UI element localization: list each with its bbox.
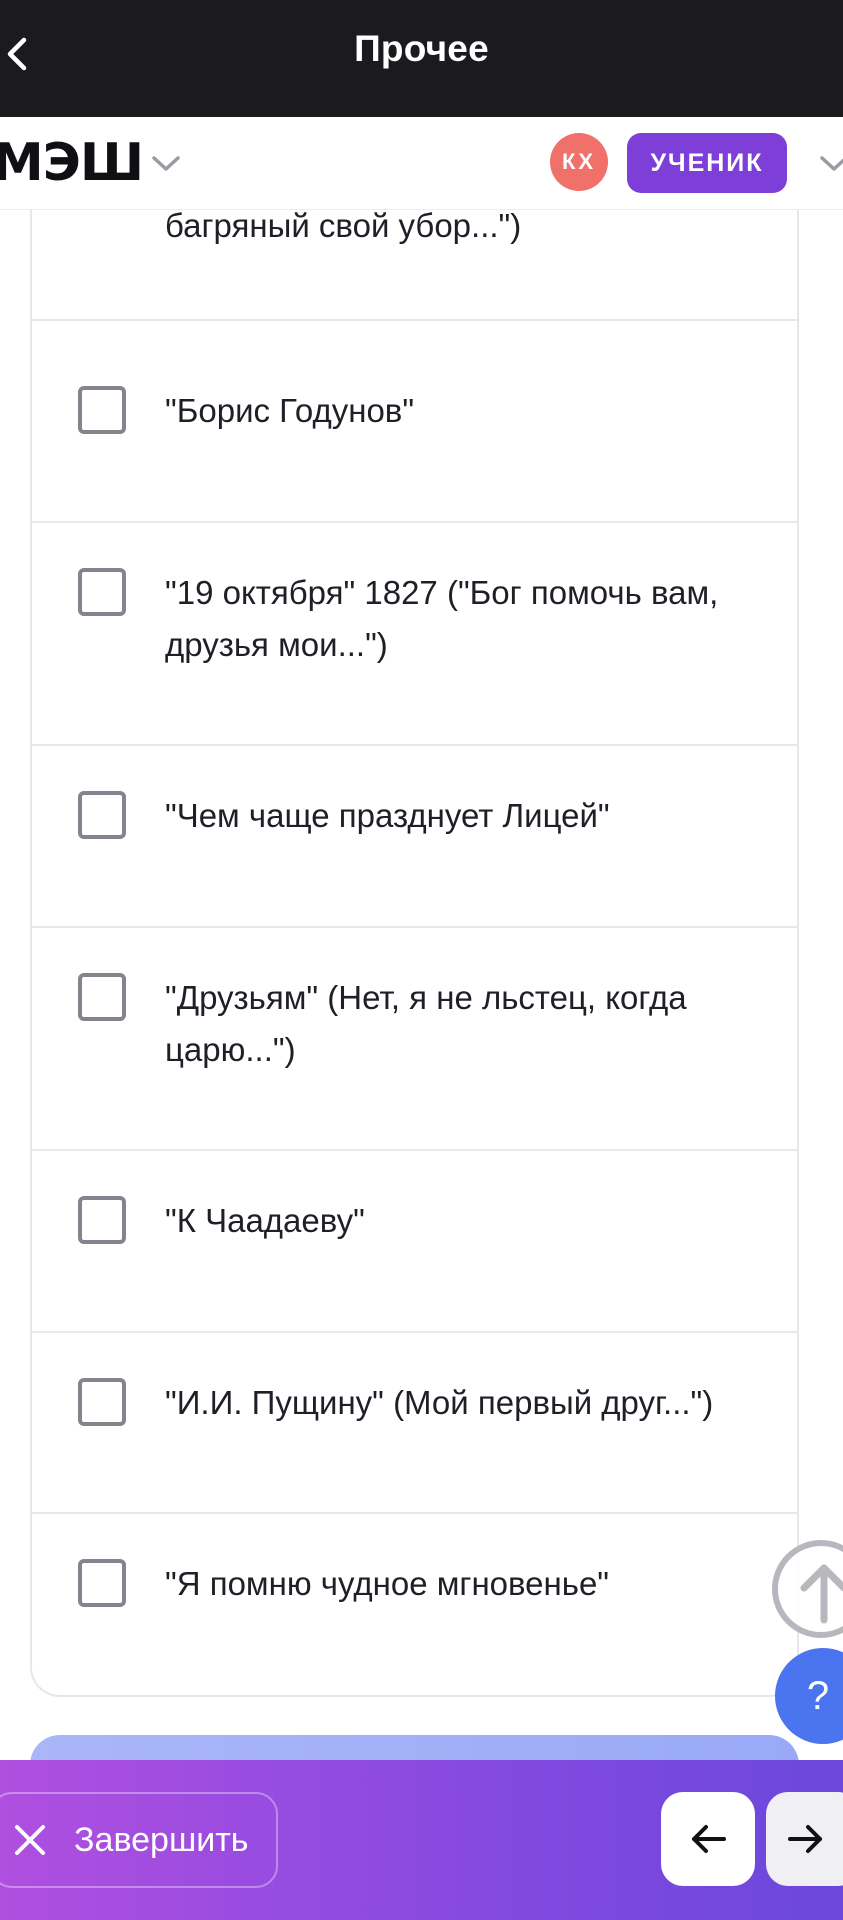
arrow-left-icon	[692, 1825, 726, 1853]
role-chevron-down-icon[interactable]	[818, 153, 843, 175]
avatar[interactable]: КХ	[550, 133, 608, 191]
option-label: "Чем чаще празднует Лицей"	[165, 797, 610, 834]
screen: Прочее МЭШ КХ УЧЕНИК багряный свой убор.…	[0, 0, 843, 1920]
previous-question-button[interactable]	[661, 1792, 755, 1886]
option-label: "И.И. Пущину" (Мой первый друг...")	[165, 1384, 714, 1421]
option-row[interactable]: "Друзьям" (Нет, я не льстец, когда царю.…	[32, 928, 797, 1151]
mesh-logo[interactable]: МЭШ	[0, 133, 144, 193]
option-row[interactable]: "Борис Годунов"	[32, 341, 797, 523]
option-checkbox[interactable]	[78, 1196, 126, 1244]
finish-button[interactable]: Завершить	[0, 1792, 278, 1888]
finish-label: Завершить	[74, 1820, 249, 1859]
bottom-action-bar: Завершить	[0, 1760, 843, 1920]
chevron-down-icon[interactable]	[150, 153, 182, 175]
option-checkbox[interactable]	[78, 791, 126, 839]
close-icon	[15, 1825, 45, 1855]
option-row[interactable]: "И.И. Пущину" (Мой первый друг...")	[32, 1333, 797, 1514]
answer-options-list: багряный свой убор...") "Борис Годунов" …	[30, 160, 799, 1697]
option-checkbox[interactable]	[78, 568, 126, 616]
top-bar: Прочее	[0, 0, 843, 117]
option-checkbox[interactable]	[78, 973, 126, 1021]
arrow-up-icon	[800, 1564, 843, 1624]
app-header: МЭШ КХ УЧЕНИК	[0, 117, 843, 210]
page-title: Прочее	[354, 28, 489, 69]
arrow-right-icon	[788, 1825, 822, 1853]
option-checkbox[interactable]	[78, 1559, 126, 1607]
option-row[interactable]: "К Чаадаеву"	[32, 1151, 797, 1333]
option-label: "19 октября" 1827 ("Бог помочь вам, друз…	[165, 574, 719, 663]
option-row[interactable]: "Чем чаще празднует Лицей"	[32, 746, 797, 928]
option-label: "Друзьям" (Нет, я не льстец, когда царю.…	[165, 979, 687, 1068]
option-label: "Я помню чудное мгновенье"	[165, 1565, 610, 1602]
option-row[interactable]: "Я помню чудное мгновенье"	[32, 1514, 797, 1695]
option-checkbox[interactable]	[78, 386, 126, 434]
option-row[interactable]: "19 октября" 1827 ("Бог помочь вам, друз…	[32, 523, 797, 746]
option-label: "Борис Годунов"	[165, 392, 415, 429]
next-question-button[interactable]	[766, 1792, 843, 1886]
option-checkbox[interactable]	[78, 1378, 126, 1426]
option-label: "К Чаадаеву"	[165, 1202, 365, 1239]
role-badge[interactable]: УЧЕНИК	[627, 133, 787, 193]
